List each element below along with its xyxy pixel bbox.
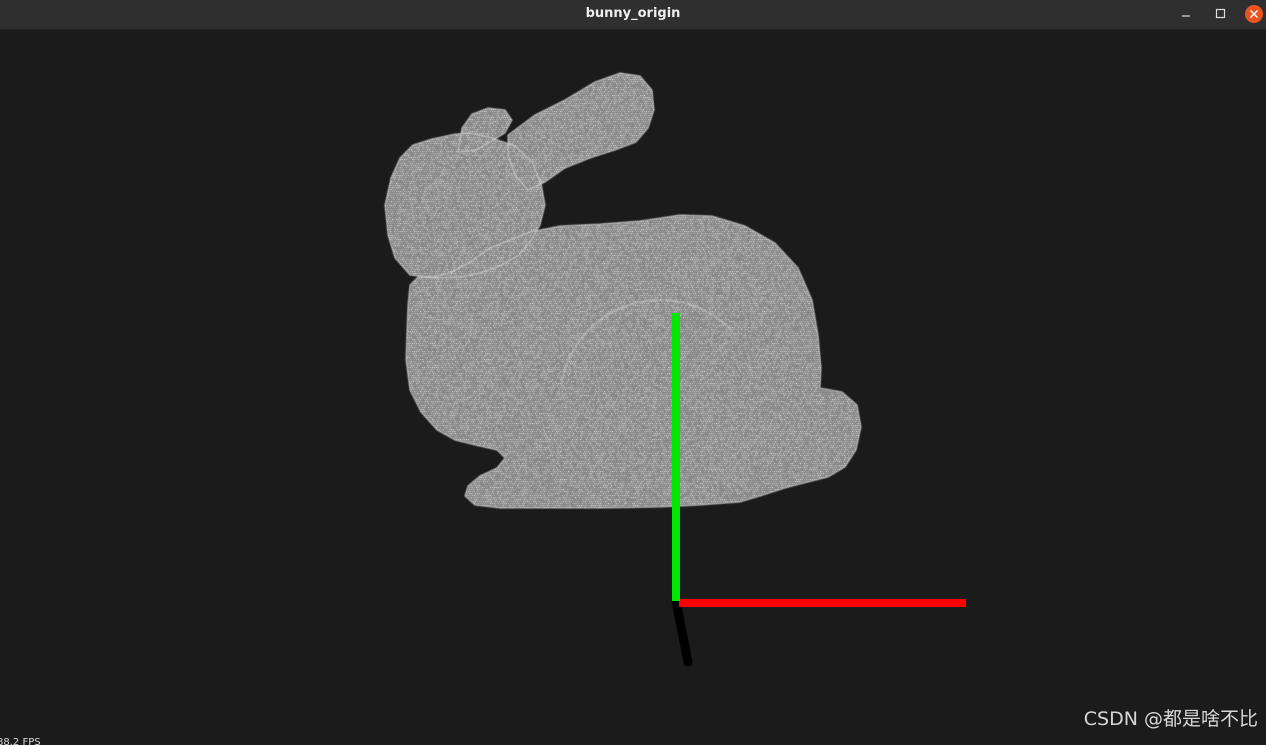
minimize-icon bbox=[1182, 15, 1190, 17]
maximize-icon bbox=[1215, 8, 1226, 19]
viewer-window: bunny_origin 88.2 FPS CSDN @都是啥不比 bbox=[0, 0, 1266, 745]
maximize-button[interactable] bbox=[1209, 4, 1231, 24]
window-title: bunny_origin bbox=[585, 6, 681, 21]
close-button[interactable] bbox=[1243, 3, 1265, 23]
csdn-watermark: CSDN @都是啥不比 bbox=[1083, 708, 1258, 730]
title-bar[interactable]: bunny_origin bbox=[0, 0, 1266, 30]
minimize-button[interactable] bbox=[1175, 4, 1197, 24]
z-axis bbox=[671, 596, 693, 667]
close-icon bbox=[1245, 5, 1263, 23]
3d-viewport[interactable]: 88.2 FPS CSDN @都是啥不比 bbox=[0, 31, 1266, 745]
fps-counter: 88.2 FPS bbox=[0, 737, 41, 745]
coordinate-axes bbox=[671, 313, 966, 667]
